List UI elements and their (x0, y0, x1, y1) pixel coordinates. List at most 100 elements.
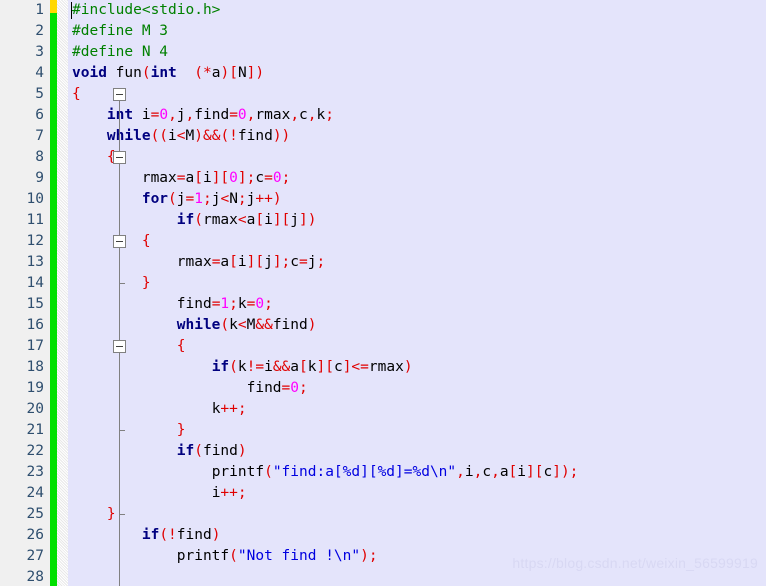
code-line[interactable]: printf("find:a[%d][%d]=%d\n",i,c,a[i][c]… (72, 462, 579, 483)
line-number: 16 (26, 317, 44, 333)
code-line[interactable]: while((i<M)&&(!find)) (72, 126, 578, 147)
token-punctuation: ( (264, 464, 273, 480)
change-bar (50, 0, 57, 586)
token-punctuation: ; (325, 107, 334, 123)
code-line[interactable]: for(j=1;j<N;j++) (72, 189, 578, 210)
token-identifier: find (237, 128, 273, 144)
code-line[interactable]: while(k<M&&find) (72, 315, 578, 336)
token-punctuation: < (237, 212, 247, 228)
fold-collapse-icon[interactable] (113, 235, 126, 248)
code-line[interactable]: if(rmax<a[i][j]) (72, 210, 578, 231)
token-keyword: for (141, 191, 169, 207)
code-line[interactable]: if(!find) (72, 525, 578, 546)
token-punctuation: ) (307, 317, 317, 333)
line-number: 18 (26, 359, 44, 375)
token-keyword: if (211, 359, 230, 375)
fold-collapse-icon[interactable] (113, 88, 126, 101)
line-number: 26 (26, 527, 44, 543)
code-line[interactable]: #define M 3 (72, 21, 578, 42)
line-number: 19 (26, 380, 44, 396)
token-punctuation: { (141, 233, 151, 249)
line-number: 21 (26, 422, 44, 438)
token-punctuation: = (229, 107, 238, 123)
token-keyword: if (176, 443, 195, 459)
fold-collapse-icon[interactable] (113, 151, 126, 164)
token-punctuation: < (237, 317, 247, 333)
code-line[interactable]: void fun(int (*a)[N]) (72, 63, 578, 84)
token-punctuation: = (176, 170, 186, 186)
token-string: "Not find !\n" (237, 548, 361, 564)
token-identifier: find (194, 107, 230, 123)
token-punctuation: (( (150, 128, 169, 144)
code-folding-margin[interactable] (57, 0, 126, 586)
code-line[interactable]: if(find) (72, 441, 578, 462)
token-identifier: a (499, 464, 509, 480)
fold-end-marker (119, 283, 125, 284)
token-identifier: printf (211, 464, 265, 480)
code-line[interactable]: find=1;k=0; (72, 294, 578, 315)
token-keyword: if (176, 212, 195, 228)
token-punctuation: } (141, 275, 151, 291)
code-line[interactable]: { (72, 84, 578, 105)
token-identifier: i (237, 254, 247, 270)
code-line[interactable]: rmax=a[i][0];c=0; (72, 168, 578, 189)
code-line[interactable]: } (72, 420, 578, 441)
token-punctuation: )) (272, 128, 291, 144)
token-punctuation: ]); (552, 464, 579, 480)
code-line[interactable]: printf("Not find !\n"); (72, 546, 578, 567)
token-identifier: N (229, 191, 238, 207)
token-punctuation: ; (202, 191, 212, 207)
code-line[interactable] (72, 567, 578, 586)
token-punctuation: < (220, 191, 230, 207)
line-number: 17 (26, 338, 44, 354)
code-line[interactable]: rmax=a[i][j];c=j; (72, 252, 578, 273)
code-editor[interactable]: 1 2 3 4 5 6 7 8 9 10 11 12 13 14 15 16 17 18 19 20 21 22 23 24 2… (0, 0, 766, 586)
token-punctuation: ; (299, 380, 308, 396)
token-identifier: k (237, 359, 247, 375)
line-number: 5 (35, 86, 44, 102)
token-identifier: a (185, 170, 195, 186)
code-line[interactable]: #include<stdio.h> (72, 0, 578, 21)
token-number: 0 (255, 296, 265, 312)
token-keyword: while (176, 317, 221, 333)
token-identifier: fun (115, 65, 142, 81)
token-punctuation: ; (264, 296, 273, 312)
saved-change-marker (50, 0, 57, 13)
code-line[interactable]: find=0; (72, 378, 578, 399)
token-punctuation: , (456, 464, 465, 480)
token-punctuation: (! (159, 527, 177, 543)
code-line[interactable]: i++; (72, 483, 578, 504)
code-line[interactable]: } (72, 504, 578, 525)
code-line[interactable]: if(k!=i&&a[k][c]<=rmax) (72, 357, 578, 378)
token-keyword: void (72, 65, 107, 81)
token-identifier: j (307, 254, 317, 270)
token-punctuation: = (264, 170, 273, 186)
line-number: 25 (26, 506, 44, 522)
token-identifier: c (290, 254, 300, 270)
token-keyword: int (150, 65, 177, 81)
token-identifier: find (202, 443, 238, 459)
token-punctuation: ]) (299, 212, 317, 228)
line-number: 27 (26, 548, 44, 564)
line-number: 14 (26, 275, 44, 291)
token-identifier: k (237, 296, 247, 312)
code-content-area[interactable]: #include<stdio.h> #define M 3 #define N 4 v… (68, 0, 766, 586)
code-line[interactable]: { (72, 231, 578, 252)
code-line[interactable]: k++; (72, 399, 578, 420)
code-line[interactable]: #define N 4 (72, 42, 578, 63)
token-punctuation: ) (403, 359, 413, 375)
token-identifier: rmax (202, 212, 238, 228)
line-number: 9 (35, 170, 44, 186)
token-string: "find:a[%d][%d]=%d\n" (272, 464, 457, 480)
fold-collapse-icon[interactable] (113, 340, 126, 353)
code-line[interactable]: int i=0,j,find=0,rmax,c,k; (72, 105, 578, 126)
token-punctuation: ( (194, 212, 203, 228)
token-identifier: find (176, 527, 212, 543)
token-punctuation: )[ (220, 65, 238, 81)
code-line[interactable]: { (72, 336, 578, 357)
code-line[interactable]: } (72, 273, 578, 294)
code-line[interactable]: { (72, 147, 578, 168)
token-identifier: printf (176, 548, 230, 564)
token-punctuation: = (185, 191, 195, 207)
token-punctuation: } (106, 506, 116, 522)
